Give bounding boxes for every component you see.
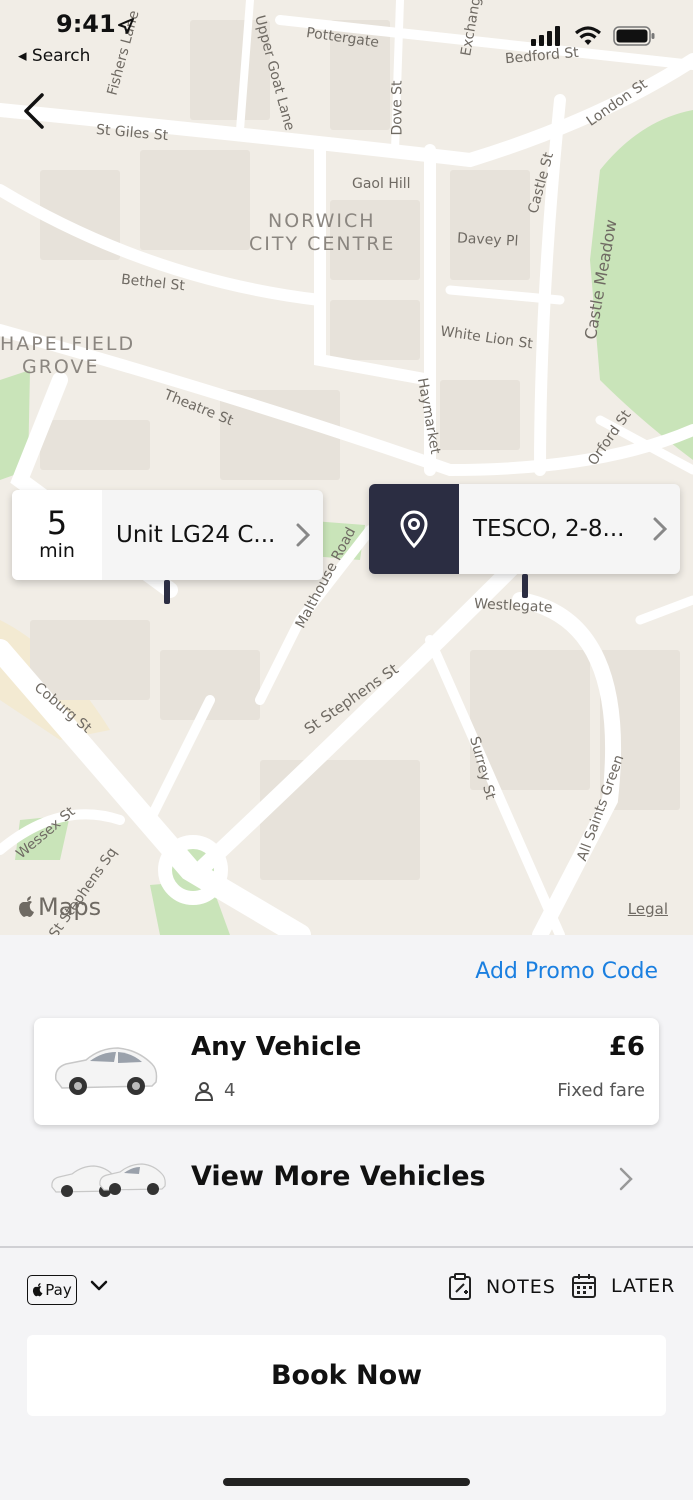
map-roads [0, 0, 693, 935]
schedule-later-button[interactable]: LATER [571, 1273, 675, 1299]
dropoff-marker-callout[interactable]: TESCO, 2-8... [369, 484, 680, 574]
area-label-chapelfield: HAPELFIELD [0, 333, 136, 355]
pickup-pin-stick [164, 580, 170, 604]
apple-logo-icon [33, 1283, 43, 1297]
pickup-chevron-right-icon [283, 490, 323, 580]
later-label: LATER [611, 1275, 676, 1297]
booking-sheet: Add Promo Code Any Vehicle 4 £6 Fixed fa… [0, 935, 693, 1500]
divider [0, 1246, 693, 1248]
view-more-vehicles-label: View More Vehicles [191, 1161, 486, 1192]
apple-logo-icon [19, 896, 34, 917]
street-label: Gaol Hill [352, 176, 411, 192]
battery-icon [613, 26, 655, 46]
fare-type: Fixed fare [557, 1080, 645, 1101]
apple-maps-logo: Maps [18, 893, 101, 921]
map-view[interactable]: NORWICH CITY CENTRE HAPELFIELD GROVE Pot… [0, 0, 693, 935]
dropoff-address: TESCO, 2-8... [473, 516, 625, 542]
notes-icon [449, 1273, 471, 1300]
payment-method-selector[interactable]: Pay [27, 1275, 77, 1305]
person-icon [194, 1081, 214, 1101]
chevron-down-icon[interactable] [90, 1279, 108, 1293]
options-row: Pay NOTES LATER [0, 1273, 693, 1309]
calendar-icon [572, 1274, 596, 1298]
seat-capacity: 4 [194, 1080, 235, 1101]
fare-price: £6 [608, 1032, 645, 1062]
cellular-signal-icon [531, 26, 560, 46]
back-chevron-icon[interactable] [18, 92, 58, 132]
dropoff-pin-stick [522, 574, 528, 598]
area-label-grove: GROVE [22, 356, 100, 378]
legal-link[interactable]: Legal [628, 900, 668, 918]
location-pin-icon [400, 510, 428, 549]
area-label-city-centre: CITY CENTRE [249, 233, 396, 255]
car-icon [54, 1047, 158, 1095]
pickup-address: Unit LG24 C... [116, 522, 276, 548]
location-arrow-icon [118, 18, 134, 34]
seat-count: 4 [224, 1080, 236, 1101]
status-icons [531, 26, 655, 46]
pickup-eta: 5 min [12, 490, 102, 580]
notes-button[interactable]: NOTES [448, 1273, 556, 1301]
street-label: Dove St [389, 80, 406, 136]
eta-unit: min [39, 540, 75, 562]
street-label: Davey Pl [456, 230, 519, 250]
back-to-search-link[interactable]: ◂ Search [18, 46, 90, 66]
dropoff-chevron-right-icon [640, 484, 680, 574]
payment-method-label: Pay [45, 1281, 72, 1299]
vehicle-name: Any Vehicle [191, 1032, 362, 1062]
status-time: 9:41 [56, 10, 116, 38]
maps-brand-text: Maps [38, 893, 102, 921]
notes-label: NOTES [486, 1276, 556, 1298]
book-now-button[interactable]: Book Now [27, 1335, 666, 1416]
area-label-norwich: NORWICH [268, 210, 376, 232]
pickup-marker-callout[interactable]: 5 min Unit LG24 C... [12, 490, 323, 580]
wifi-icon [575, 26, 601, 45]
multiple-cars-icon [51, 1163, 166, 1197]
home-indicator[interactable] [223, 1478, 470, 1486]
eta-value: 5 [46, 504, 68, 542]
dropoff-pin-box [369, 484, 459, 574]
add-promo-code-link[interactable]: Add Promo Code [475, 959, 658, 984]
chevron-right-icon [619, 1167, 633, 1191]
vehicle-option-card[interactable]: Any Vehicle 4 £6 Fixed fare [34, 1018, 659, 1125]
view-more-vehicles-row[interactable]: View More Vehicles [0, 1145, 693, 1217]
